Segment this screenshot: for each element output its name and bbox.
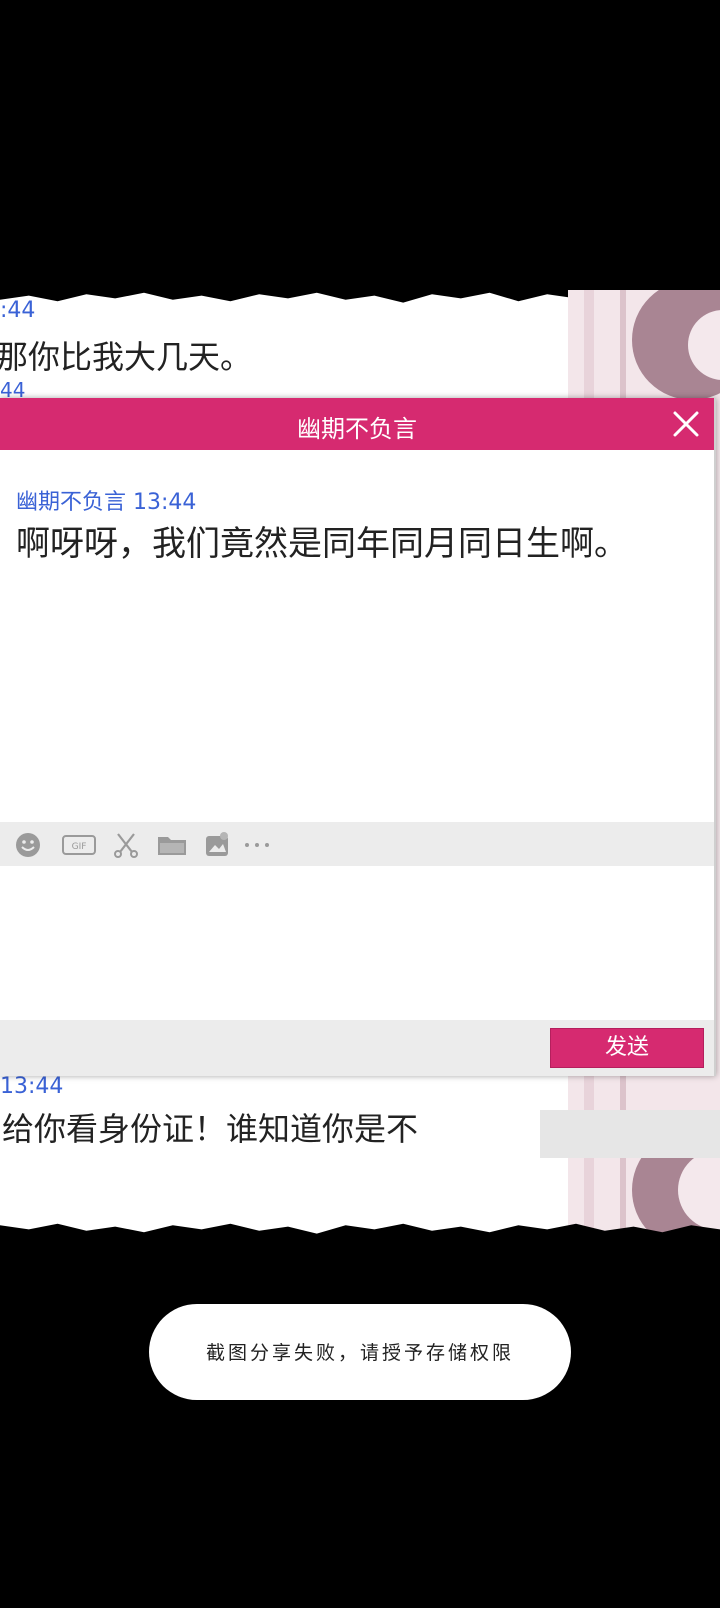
message-text: 啊呀呀，我们竟然是同年同月同日生啊。 (16, 524, 628, 564)
emoji-icon[interactable] (14, 832, 42, 858)
image-icon[interactable] (204, 832, 232, 858)
scissors-icon[interactable] (112, 832, 140, 858)
gif-icon[interactable]: GIF (62, 832, 96, 858)
dialog-footer: 发送 (0, 1020, 714, 1076)
dialog-title: 幽期不负言 (297, 415, 417, 443)
svg-text:GIF: GIF (72, 842, 87, 852)
close-icon[interactable] (668, 406, 704, 442)
input-toolbar: GIF (0, 822, 714, 866)
bg-message-bottom: 给你看身份证！谁知道你是不 (2, 1110, 419, 1148)
toast-text: 截图分享失败，请授予存储权限 (205, 1342, 514, 1364)
bg-grey-bar (540, 1110, 720, 1158)
dialog-titlebar: 幽期不负言 (0, 398, 714, 450)
bg-message-top: 那你比我大几天。 (0, 338, 253, 376)
bg-time-bottom: 13:44 (0, 1074, 64, 1099)
bg-time-top: :44 (0, 298, 36, 323)
message-input[interactable] (0, 866, 714, 1020)
message-header: 幽期不负言 13:44 (16, 484, 196, 516)
toast-message: 截图分享失败，请授予存储权限 (149, 1304, 571, 1400)
send-button[interactable]: 发送 (550, 1028, 704, 1068)
message-sender: 幽期不负言 (16, 490, 127, 515)
folder-icon[interactable] (156, 832, 188, 858)
chat-dialog: 幽期不负言 幽期不负言 13:44 啊呀呀，我们竟然是同年同月同日生啊。 GIF (0, 398, 716, 1076)
message-time: 13:44 (133, 490, 197, 515)
more-icon[interactable] (242, 832, 272, 858)
